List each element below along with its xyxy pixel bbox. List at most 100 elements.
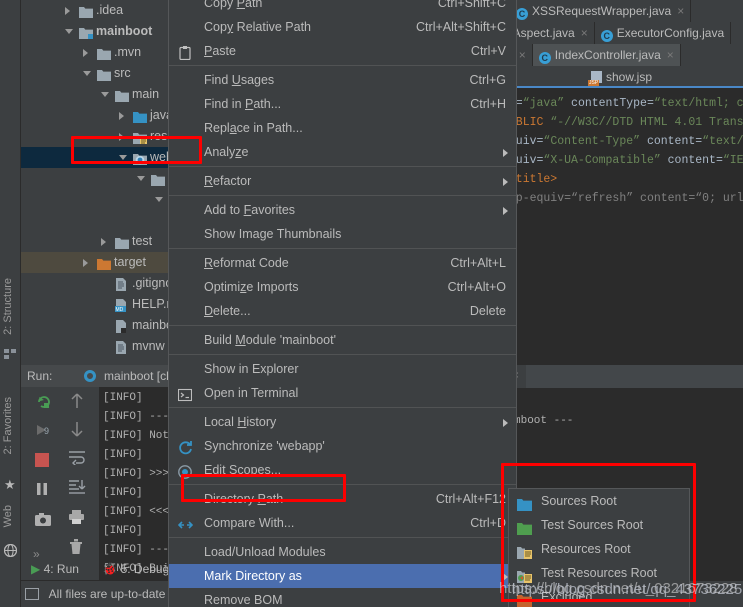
editor-tab-executorconfig-java[interactable]: C ExecutorConfig.java [595,22,732,44]
menu-item-refactor[interactable]: Refactor [169,169,516,193]
scroll-end-icon[interactable] [68,479,88,499]
tool-window-tabs[interactable]: ▶ 4: Run 🐞 5: Debug [21,558,179,580]
tool-tab-debug[interactable]: 🐞 5: Debug [92,558,179,580]
sidebar-item-favorites[interactable]: 2: Favorites [2,397,14,454]
run-toolbar[interactable]: 9 » [21,387,98,580]
menu-item-find-usages[interactable]: Find Usages Ctrl+G [169,68,516,92]
submenu-item-sources-root[interactable]: Sources Root [509,489,689,513]
stop-icon[interactable] [35,453,49,467]
menu-item-copy-relative-path[interactable]: Copy Relative Path Ctrl+Alt+Shift+C [169,15,516,39]
star-icon: ★ [4,477,16,492]
folder-gray-icon [97,46,111,60]
window-icon[interactable] [25,588,39,600]
editor-tab-indexcontroller-java[interactable]: C IndexController.java × [532,44,681,66]
menu-separator [169,484,516,485]
tree-node-label: .idea [96,3,124,17]
chevron-down-icon[interactable] [101,92,109,97]
up-icon[interactable] [69,392,89,412]
menu-item-find-in-path[interactable]: Find in Path... Ctrl+H [169,92,516,116]
tool-tab-run[interactable]: ▶ 4: Run [21,558,89,580]
menu-item-paste[interactable]: Paste Ctrl+V [169,39,516,63]
submenu-item-excluded[interactable]: Excluded [509,585,689,607]
chevron-right-icon[interactable] [65,7,70,15]
menu-item-shortcut: Delete [469,304,506,318]
chevron-right-icon [503,207,508,215]
menu-item-show-image-thumbnails[interactable]: Show Image Thumbnails [169,222,516,246]
menu-item-analyze[interactable]: Analyze [169,140,516,164]
file-plain-icon [115,277,128,291]
menu-item-copy-path[interactable]: Copy Path Ctrl+Shift+C [169,0,516,15]
chevron-down-icon[interactable] [137,176,145,181]
close-icon[interactable]: × [677,4,684,18]
print-icon[interactable] [68,509,88,529]
menu-item-build-module-mainboot[interactable]: Build Module 'mainboot' [169,328,516,352]
menu-item-label: Show Image Thumbnails [204,227,342,241]
trash-icon[interactable] [69,539,89,559]
menu-item-remove-bom[interactable]: Remove BOM [169,588,516,607]
menu-item-compare-with[interactable]: Compare With... Ctrl+D [169,511,516,535]
menu-item-add-to-favorites[interactable]: Add to Favorites [169,198,516,222]
menu-item-label: Find in Path... [204,97,282,111]
folder-gray-icon [115,88,129,102]
gear-icon[interactable] [83,370,96,382]
editor-area: C XSSRequestWrapper.java × gAspect.java × C Ex… [500,0,743,370]
pause-icon[interactable] [35,482,55,502]
code-line: ttp-equiv=“refresh” content=“0; url=ind [502,192,743,205]
chevron-right-icon[interactable] [119,133,124,141]
menu-item-mark-directory-as[interactable]: Mark Directory as [169,564,516,588]
submenu-item-test-sources-root[interactable]: Test Sources Root [509,513,689,537]
chevron-right-icon[interactable] [101,238,106,246]
chevron-down-icon[interactable] [83,71,91,76]
mark-directory-as-submenu[interactable]: Sources Root Test Sources Root Resources R… [508,488,690,607]
submenu-item-label: Sources Root [541,494,617,508]
menu-item-load-unload-modules[interactable]: Load/Unload Modules [169,540,516,564]
sidebar-item-web[interactable]: Web [2,505,14,527]
folder-gray-icon [115,235,129,249]
tree-node-label: main [132,87,160,101]
chevron-down-icon[interactable] [155,197,163,202]
chevron-right-icon[interactable] [83,259,88,267]
code-line: equiv=“Content-Type” content=“text/html [502,135,743,148]
soft-wrap-icon[interactable] [68,449,88,469]
chevron-right-icon[interactable] [83,49,88,57]
folder-res-icon [133,130,147,144]
compare-icon [177,516,194,530]
editor-tab-xssrequestwrapper-java[interactable]: C XSSRequestWrapper.java × [510,0,692,22]
menu-separator [169,354,516,355]
submenu-item-test-resources-root[interactable]: Test Resources Root [509,561,689,585]
class-icon: C [516,8,528,20]
sidebar-item-structure[interactable]: 2: Structure [2,278,14,335]
editor-tab-label: ExecutorConfig.java [616,26,725,40]
menu-item-optimize-imports[interactable]: Optimize Imports Ctrl+Alt+O [169,275,516,299]
editor-tab-label: XSSRequestWrapper.java [532,4,672,18]
close-icon[interactable]: × [519,48,526,62]
close-icon[interactable]: × [667,48,674,62]
menu-item-label: Find Usages [204,73,275,87]
menu-item-replace-in-path[interactable]: Replace in Path... [169,116,516,140]
menu-item-label: Compare With... [204,516,295,530]
menu-item-label: Build Module 'mainboot' [204,333,336,347]
context-menu[interactable]: Copy Path Ctrl+Shift+C Copy Relative Path C… [168,0,517,607]
rerun-icon[interactable] [35,393,55,413]
chevron-right-icon[interactable] [119,112,124,120]
menu-item-shortcut: Ctrl+Alt+O [447,280,506,294]
menu-item-shortcut: Ctrl+Alt+F12 [435,492,506,506]
down-icon[interactable] [69,420,89,440]
menu-item-open-in-terminal[interactable]: Open in Terminal [169,381,516,405]
camera-icon[interactable] [35,513,55,533]
chevron-down-icon[interactable] [119,155,127,160]
menu-item-delete[interactable]: Delete... Delete [169,299,516,323]
submenu-item-label: Resources Root [541,542,631,556]
menu-item-local-history[interactable]: Local History [169,410,516,434]
menu-item-directory-path[interactable]: Directory Path Ctrl+Alt+F12 [169,487,516,511]
code-line: PUBLIC “-//W3C//DTD HTML 4.01 Transitio [502,116,743,129]
menu-item-edit-scopes[interactable]: Edit Scopes... [169,458,516,482]
menu-item-reformat-code[interactable]: Reformat Code Ctrl+Alt+L [169,251,516,275]
menu-item-show-in-explorer[interactable]: Show in Explorer [169,357,516,381]
rerun-failed-icon[interactable]: 9 [35,421,55,441]
chevron-down-icon[interactable] [65,29,73,34]
submenu-item-resources-root[interactable]: Resources Root [509,537,689,561]
menu-item-synchronize-webapp[interactable]: Synchronize 'webapp' [169,434,516,458]
close-icon[interactable]: × [581,26,588,40]
menu-item-label: Analyze [204,145,249,159]
